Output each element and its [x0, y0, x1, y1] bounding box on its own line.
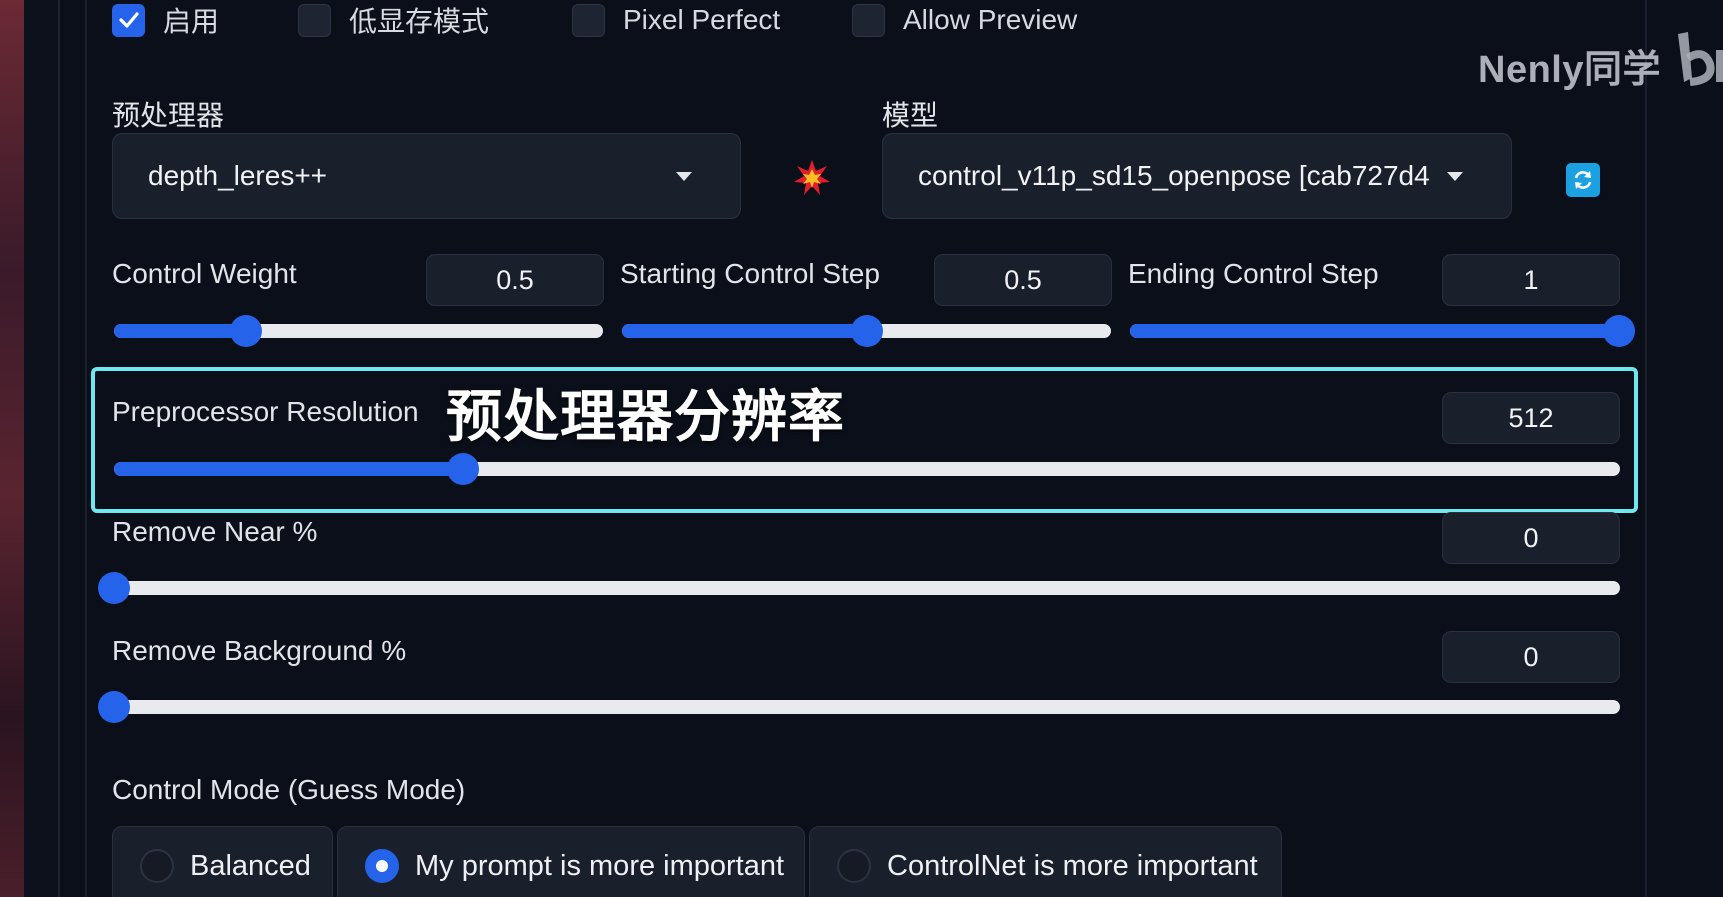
explosion-icon[interactable]: [792, 158, 832, 198]
slider-track: [114, 581, 1620, 595]
chevron-down-icon: [1447, 172, 1463, 181]
low-vram-checkbox[interactable]: 低显存模式: [298, 2, 489, 38]
preprocessor-label: 预处理器: [112, 100, 225, 131]
control-weight-slider[interactable]: [114, 314, 603, 347]
chevron-down-icon: [676, 172, 692, 181]
divider: [58, 0, 60, 897]
radio-button[interactable]: [140, 849, 174, 883]
low-vram-label: 低显存模式: [349, 6, 490, 37]
pixel-perfect-label: Pixel Perfect: [623, 4, 781, 35]
slider-thumb[interactable]: [850, 315, 883, 347]
controlnet-panel: Nenly同学 启用 低显存模式 Pixel Perfect Allow Pre…: [0, 0, 1723, 897]
pixel-perfect-checkbox[interactable]: Pixel Perfect: [572, 2, 780, 38]
refresh-icon: [1574, 171, 1592, 189]
slider-fill: [622, 324, 867, 338]
preprocessor-value: depth_leres++: [148, 160, 328, 191]
slider-thumb[interactable]: [1603, 315, 1635, 347]
highlight-box: [91, 367, 1638, 513]
control-mode-balanced[interactable]: Balanced: [112, 826, 333, 897]
control-mode-controlnet-important[interactable]: ControlNet is more important: [809, 826, 1282, 897]
ending-step-slider[interactable]: [1130, 314, 1635, 347]
slider-fill: [1130, 324, 1619, 338]
divider: [1645, 0, 1647, 897]
remove-background-label: Remove Background %: [112, 635, 407, 666]
overlay-caption: 预处理器分辨率: [446, 385, 845, 448]
model-dropdown[interactable]: control_v11p_sd15_openpose [cab727d4: [882, 133, 1512, 219]
radio-button-selected[interactable]: [365, 849, 399, 883]
enable-label: 启用: [163, 6, 220, 37]
refresh-models-button[interactable]: [1566, 163, 1600, 197]
divider: [85, 0, 87, 897]
remove-near-input[interactable]: 0: [1442, 512, 1620, 564]
remove-background-slider[interactable]: [98, 690, 1620, 723]
ending-step-input[interactable]: 1: [1442, 254, 1620, 306]
slider-fill: [114, 462, 464, 476]
model-label: 模型: [882, 100, 939, 131]
radio-label: Balanced: [190, 849, 311, 882]
control-weight-input[interactable]: 0.5: [426, 254, 604, 306]
remove-background-input[interactable]: 0: [1442, 631, 1620, 683]
ending-step-label: Ending Control Step: [1128, 258, 1379, 289]
control-mode-label: Control Mode (Guess Mode): [112, 774, 466, 805]
control-weight-label: Control Weight: [112, 258, 297, 289]
enable-checkbox[interactable]: 启用: [112, 2, 219, 38]
remove-near-slider[interactable]: [98, 571, 1620, 604]
allow-preview-checkbox[interactable]: Allow Preview: [852, 2, 1077, 38]
checkbox-unchecked[interactable]: [298, 3, 331, 37]
radio-button[interactable]: [837, 849, 871, 883]
preprocessor-resolution-input[interactable]: 512: [1442, 392, 1620, 444]
checkbox-checked[interactable]: [112, 3, 145, 37]
allow-preview-label: Allow Preview: [903, 4, 1078, 35]
background-image-strip: [0, 0, 24, 897]
side-gutter: [24, 0, 58, 897]
preprocessor-resolution-slider[interactable]: [114, 452, 1620, 485]
checkbox-unchecked[interactable]: [852, 3, 885, 37]
preprocessor-resolution-label: Preprocessor Resolution: [112, 396, 419, 427]
starting-step-slider[interactable]: [622, 314, 1111, 347]
slider-track: [114, 700, 1620, 714]
check-icon: [118, 12, 139, 28]
starting-step-label: Starting Control Step: [620, 258, 880, 289]
control-mode-prompt-important[interactable]: My prompt is more important: [337, 826, 805, 897]
preprocessor-dropdown[interactable]: depth_leres++: [112, 133, 741, 219]
slider-thumb[interactable]: [230, 315, 263, 347]
bilibili-logo: [1670, 28, 1723, 92]
starting-step-input[interactable]: 0.5: [934, 254, 1112, 306]
slider-thumb[interactable]: [98, 572, 130, 604]
watermark-text: Nenly同学: [1478, 49, 1661, 91]
remove-near-label: Remove Near %: [112, 516, 318, 547]
radio-label: ControlNet is more important: [887, 849, 1258, 882]
slider-thumb[interactable]: [98, 691, 130, 723]
radio-label: My prompt is more important: [415, 849, 785, 882]
model-value: control_v11p_sd15_openpose [cab727d4: [918, 160, 1430, 191]
checkbox-unchecked[interactable]: [572, 3, 605, 37]
slider-thumb[interactable]: [447, 453, 480, 485]
slider-fill: [114, 324, 247, 338]
